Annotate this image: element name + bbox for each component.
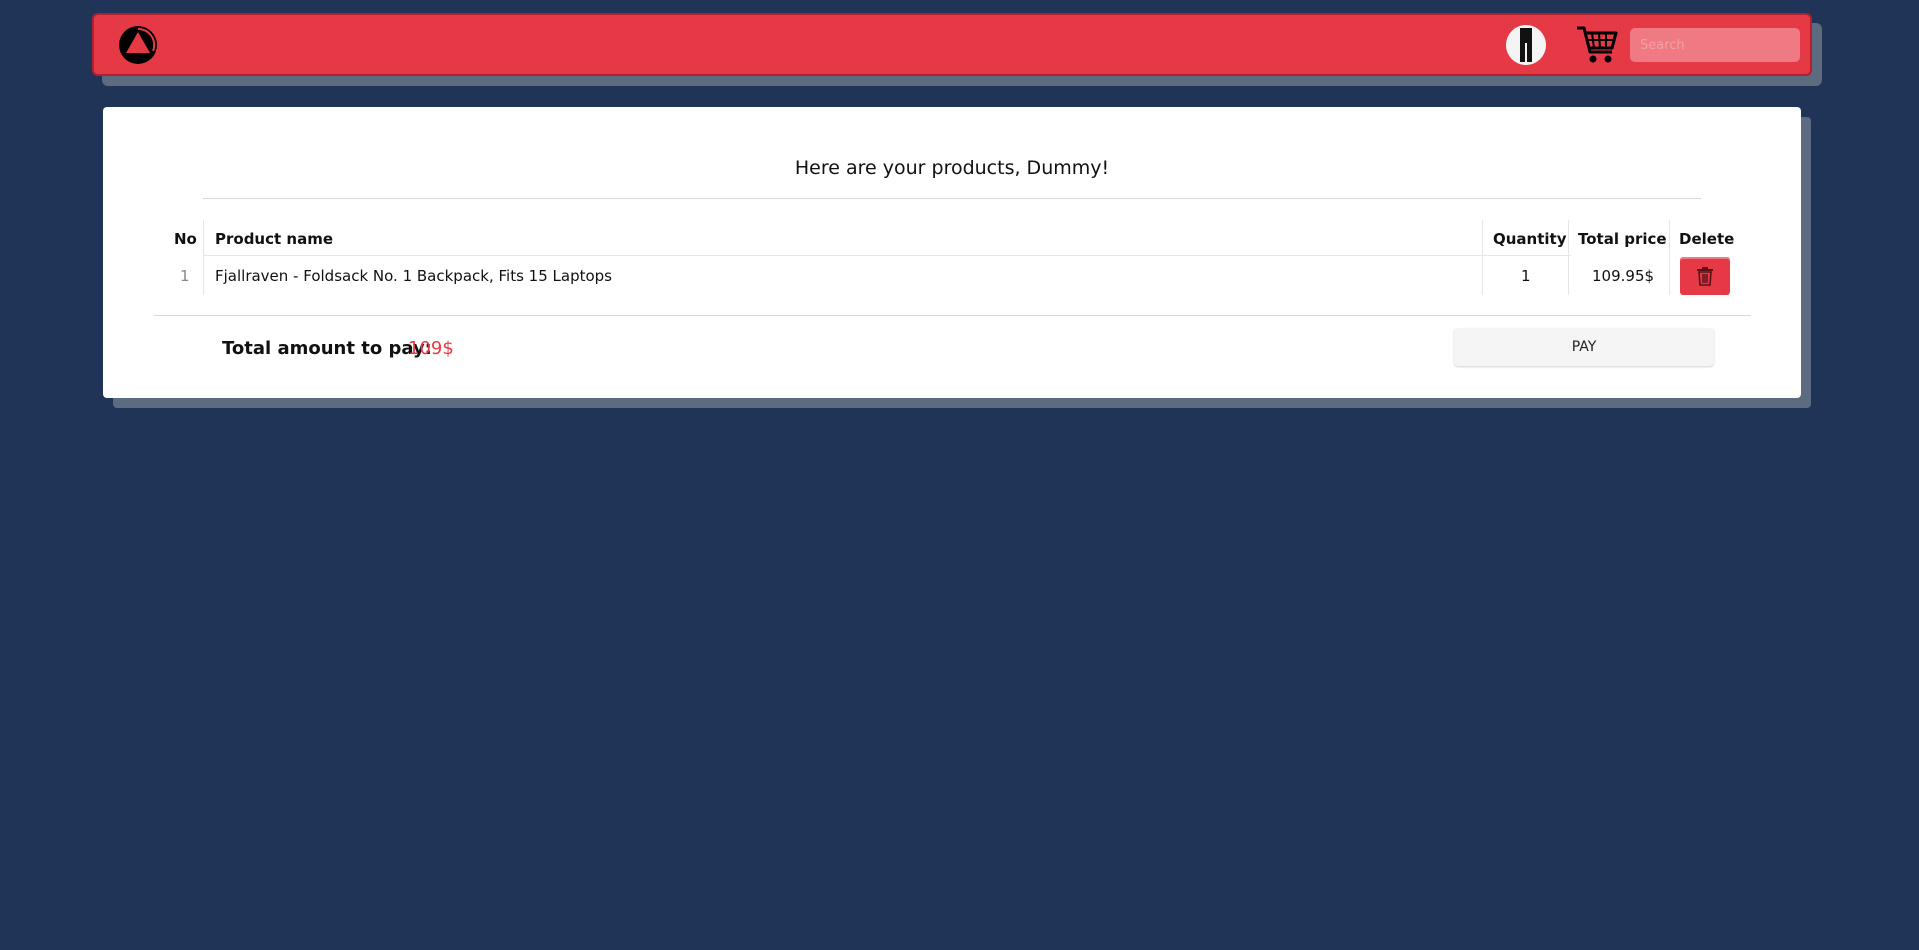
greeting-divider — [203, 198, 1701, 199]
column-divider — [203, 220, 204, 295]
circle-triangle-logo-icon[interactable] — [118, 25, 158, 65]
column-header-quantity: Quantity — [1493, 230, 1567, 248]
row-number: 1 — [180, 267, 190, 285]
column-header-no: No — [174, 230, 197, 248]
search-input[interactable] — [1630, 28, 1800, 62]
row-product-name: Fjallraven - Foldsack No. 1 Backpack, Fi… — [215, 267, 612, 285]
row-quantity: 1 — [1521, 267, 1531, 285]
cart-greeting: Here are your products, Dummy! — [794, 157, 1110, 179]
delete-item-button[interactable] — [1680, 257, 1730, 295]
column-header-product: Product name — [215, 230, 334, 248]
total-amount-value: 109$ — [408, 338, 454, 359]
user-avatar-icon[interactable] — [1506, 25, 1546, 65]
column-divider — [1568, 220, 1569, 295]
header-divider — [203, 255, 1571, 256]
total-amount-label: Total amount to pay: — [222, 338, 432, 359]
row-total-price: 109.95$ — [1592, 267, 1655, 285]
column-divider — [1669, 220, 1670, 295]
cart-card: Here are your products, Dummy! No Produc… — [103, 107, 1801, 398]
trash-icon — [1680, 265, 1730, 287]
pay-button[interactable]: PAY — [1454, 328, 1714, 366]
column-header-total-price: Total price — [1578, 230, 1667, 248]
navbar — [92, 13, 1812, 76]
column-divider — [1482, 220, 1483, 295]
shopping-cart-icon[interactable] — [1575, 24, 1619, 66]
footer-divider — [154, 315, 1751, 316]
column-header-delete: Delete — [1679, 230, 1735, 248]
